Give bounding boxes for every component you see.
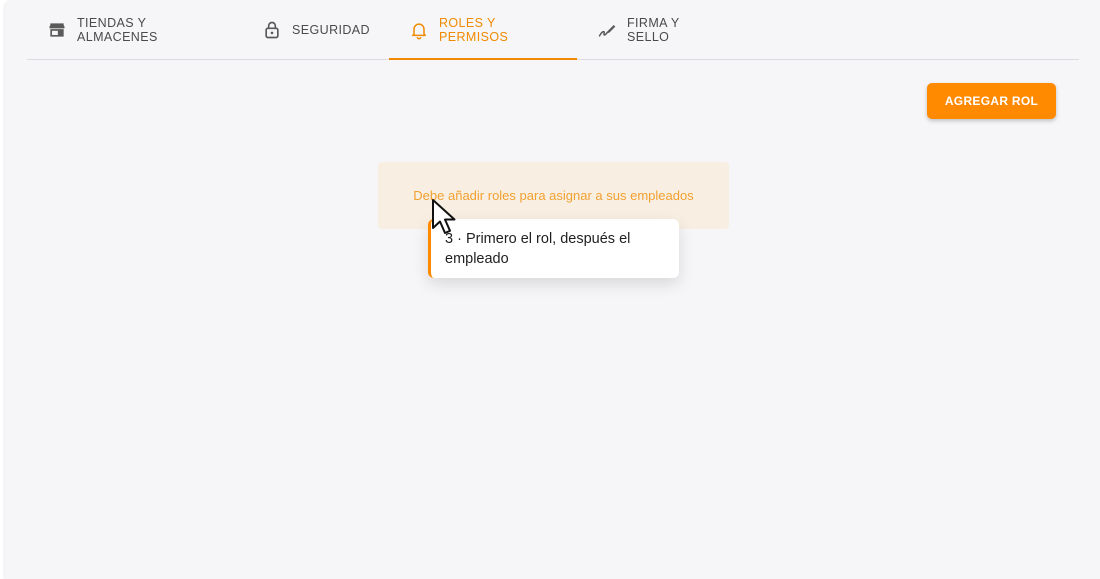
- store-icon: [47, 20, 67, 40]
- tutorial-tooltip: 3 · Primero el rol, después el empleado: [428, 219, 679, 278]
- tab-label: FIRMA Y SELLO: [627, 15, 680, 44]
- tab-stores-warehouses[interactable]: TIENDAS Y ALMACENES: [27, 0, 243, 59]
- tab-label: SEGURIDAD: [292, 22, 370, 37]
- tab-signature-seal[interactable]: FIRMA Y SELLO: [577, 0, 739, 59]
- lock-icon: [262, 20, 282, 40]
- mouse-cursor-icon: [432, 199, 456, 234]
- tab-label: TIENDAS Y ALMACENES: [77, 15, 158, 44]
- tooltip-text: 3 · Primero el rol, después el empleado: [445, 231, 631, 267]
- settings-tabs: TIENDAS Y ALMACENES SEGURIDAD ROLES Y PE…: [27, 0, 1079, 60]
- signature-icon: [597, 20, 617, 40]
- main-panel: TIENDAS Y ALMACENES SEGURIDAD ROLES Y PE…: [5, 0, 1100, 579]
- tab-label: ROLES Y PERMISOS: [439, 15, 509, 44]
- add-role-button[interactable]: AGREGAR ROL: [927, 83, 1056, 119]
- tab-roles-permissions[interactable]: ROLES Y PERMISOS: [389, 0, 577, 60]
- tab-security[interactable]: SEGURIDAD: [243, 0, 389, 59]
- bell-icon: [409, 20, 429, 40]
